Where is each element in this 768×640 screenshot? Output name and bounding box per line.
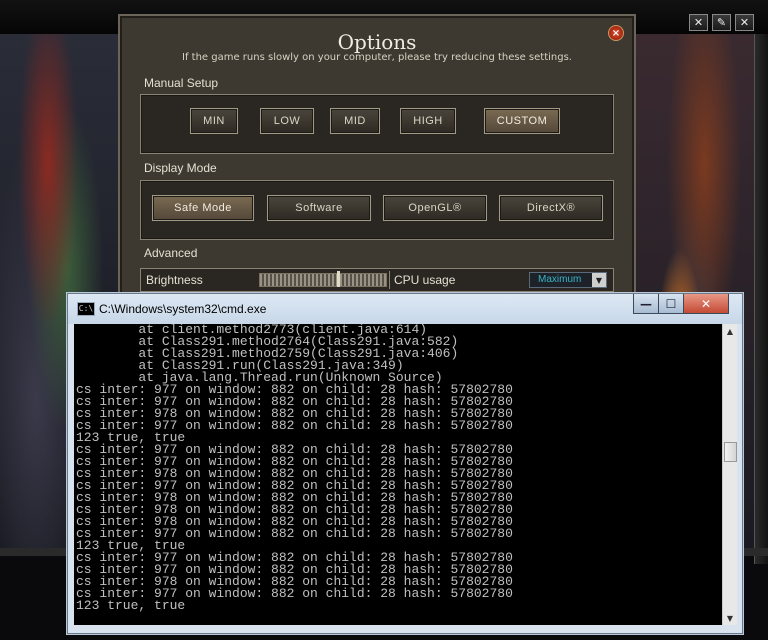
console-line: 123 true, true [76,598,186,613]
cpu-usage-label: CPU usage [394,273,456,287]
cpu-usage-value: Maximum [538,274,582,285]
brightness-label: Brightness [146,273,203,287]
options-subtitle: If the game runs slowly on your computer… [182,52,572,63]
display-mode-label: Display Mode [144,161,217,175]
close-button[interactable]: ✕ [683,294,729,314]
options-close-button[interactable]: × [608,25,624,41]
advanced-row: Brightness CPU usage Maximum ▼ [140,268,614,292]
preset-high-button[interactable]: HIGH [400,108,456,134]
wrench-icon[interactable]: ✎ [712,14,731,31]
cpu-usage-dropdown[interactable]: Maximum ▼ [529,272,607,288]
minimize-button[interactable]: — [633,294,659,314]
cmd-window: C:\ C:\Windows\system32\cmd.exe — ☐ ✕ at… [67,293,743,634]
preset-custom-button[interactable]: CUSTOM [484,108,560,134]
cmd-app-icon: C:\ [77,302,95,316]
software-button[interactable]: Software [267,195,371,221]
maximize-button[interactable]: ☐ [658,294,684,314]
preset-mid-button[interactable]: MID [330,108,380,134]
preset-low-button[interactable]: LOW [260,108,314,134]
advanced-label: Advanced [144,246,198,260]
close-icon[interactable]: ✕ [735,14,754,31]
scrollbar-thumb[interactable] [724,442,737,462]
cmd-title-bar[interactable]: C:\ C:\Windows\system32\cmd.exe — ☐ ✕ [68,294,742,324]
console-scrollbar[interactable]: ▲ ▼ [722,324,737,625]
manual-setup-label: Manual Setup [144,76,219,90]
brightness-slider[interactable] [259,271,387,287]
advanced-divider [389,271,390,289]
scroll-down-icon[interactable]: ▼ [723,611,737,625]
sound-toggle-icon[interactable]: ✕ [689,14,708,31]
chevron-down-icon[interactable]: ▼ [592,273,606,287]
display-mode-box: Safe Mode Software OpenGL® DirectX® [140,180,614,240]
preset-min-button[interactable]: MIN [190,108,238,134]
console-output[interactable]: at client.method2773(client.java:614) at… [74,324,722,625]
options-title: Options [337,30,417,54]
brightness-slider-thumb[interactable] [337,271,340,287]
cmd-window-title: C:\Windows\system32\cmd.exe [99,302,267,316]
manual-setup-box: MIN LOW MID HIGH CUSTOM [140,94,614,154]
game-window-controls: ✕ ✎ ✕ [689,14,754,31]
game-frame-right [754,34,768,564]
opengl-button[interactable]: OpenGL® [383,195,487,221]
options-dialog: Options If the game runs slowly on your … [118,14,636,318]
scroll-up-icon[interactable]: ▲ [723,324,737,338]
directx-button[interactable]: DirectX® [499,195,603,221]
safe-mode-button[interactable]: Safe Mode [152,195,254,221]
